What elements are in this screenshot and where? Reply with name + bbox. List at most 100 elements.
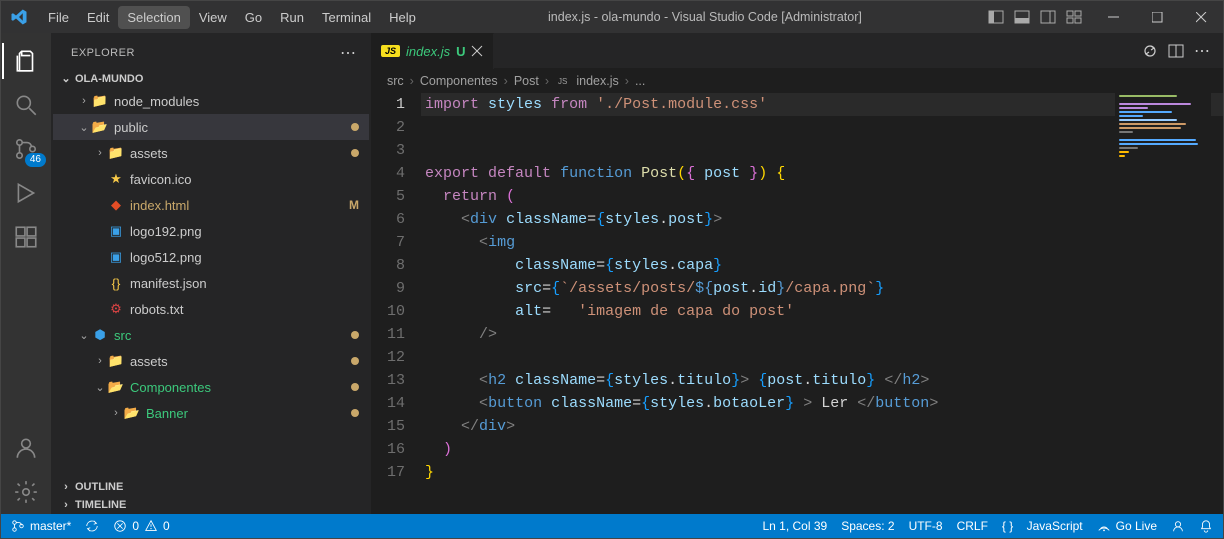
image-icon: ▣ bbox=[107, 249, 125, 265]
activity-explorer[interactable] bbox=[2, 39, 50, 83]
tree-item-public[interactable]: ⌄📂public bbox=[53, 114, 369, 140]
tree-item-manifest-json[interactable]: {}manifest.json bbox=[53, 270, 369, 296]
scm-badge: 46 bbox=[25, 153, 46, 167]
status-sync[interactable] bbox=[85, 519, 99, 533]
tree-label: favicon.ico bbox=[130, 172, 359, 187]
layout-controls bbox=[985, 6, 1091, 28]
status-spaces[interactable]: Spaces: 2 bbox=[841, 519, 894, 533]
file-tree: ›📁node_modules⌄📂public›📁assets★favicon.i… bbox=[51, 88, 371, 426]
tree-item-componentes[interactable]: ⌄📂Componentes bbox=[53, 374, 369, 400]
bc-componentes[interactable]: Componentes bbox=[420, 74, 498, 88]
explorer-header: EXPLORER ⋯ bbox=[51, 33, 371, 69]
tree-label: src bbox=[114, 328, 347, 343]
folder-green-icon: 📁 bbox=[91, 93, 109, 109]
tree-item-robots-txt[interactable]: ⚙ robots.txt bbox=[53, 296, 369, 322]
menu-selection[interactable]: Selection bbox=[118, 6, 189, 29]
tree-label: Banner bbox=[146, 406, 347, 421]
chevron-down-icon: ⌄ bbox=[77, 121, 91, 134]
breadcrumbs[interactable]: src› Componentes› Post› JS index.js› ... bbox=[371, 69, 1223, 93]
maximize-button[interactable] bbox=[1135, 1, 1179, 33]
git-modified-dot bbox=[351, 331, 359, 339]
status-encoding[interactable]: UTF-8 bbox=[909, 519, 943, 533]
toggle-panel-icon[interactable] bbox=[1011, 6, 1033, 28]
menu-view[interactable]: View bbox=[190, 6, 236, 29]
diff-icon[interactable] bbox=[1142, 43, 1158, 59]
chevron-down-icon: ⌄ bbox=[59, 72, 73, 85]
bc-post[interactable]: Post bbox=[514, 74, 539, 88]
activity-bar: 46 bbox=[1, 33, 51, 514]
outline-section[interactable]: › OUTLINE bbox=[51, 478, 371, 496]
activity-settings[interactable] bbox=[2, 470, 50, 514]
window-controls bbox=[1091, 1, 1223, 33]
toggle-primary-sidebar-icon[interactable] bbox=[985, 6, 1007, 28]
activity-extensions[interactable] bbox=[2, 215, 50, 259]
explorer-sidebar: EXPLORER ⋯ ⌄ OLA-MUNDO ›📁node_modules⌄📂p… bbox=[51, 33, 371, 514]
project-name: OLA-MUNDO bbox=[75, 73, 143, 85]
tree-item-banner[interactable]: ›📂Banner bbox=[53, 400, 369, 426]
menu-run[interactable]: Run bbox=[271, 6, 313, 29]
close-button[interactable] bbox=[1179, 1, 1223, 33]
status-bell[interactable] bbox=[1199, 519, 1213, 533]
image-icon: ▣ bbox=[107, 223, 125, 239]
bc-more[interactable]: ... bbox=[635, 74, 645, 88]
vscode-logo bbox=[9, 7, 29, 27]
status-cursor[interactable]: Ln 1, Col 39 bbox=[762, 519, 827, 533]
menu-file[interactable]: File bbox=[39, 6, 78, 29]
tree-item-assets[interactable]: ›📁assets bbox=[53, 140, 369, 166]
code-content[interactable]: import styles from './Post.module.css' e… bbox=[421, 93, 1223, 514]
tree-label: assets bbox=[130, 354, 347, 369]
status-branch[interactable]: master* bbox=[11, 519, 71, 533]
explorer-more-icon[interactable]: ⋯ bbox=[340, 43, 357, 63]
timeline-section[interactable]: › TIMELINE bbox=[51, 496, 371, 514]
folder-grey-icon: 📂 bbox=[107, 379, 125, 395]
menu-go[interactable]: Go bbox=[236, 6, 271, 29]
git-modified-dot bbox=[351, 123, 359, 131]
tab-indexjs[interactable]: JS index.js U bbox=[371, 33, 494, 69]
robot-icon: ⚙ bbox=[107, 301, 125, 317]
bc-src[interactable]: src bbox=[387, 74, 404, 88]
tree-item-assets[interactable]: ›📁assets bbox=[53, 348, 369, 374]
tree-item-logo192-png[interactable]: ▣logo192.png bbox=[53, 218, 369, 244]
git-modified-dot bbox=[351, 409, 359, 417]
tree-item-src[interactable]: ⌄⬢src bbox=[53, 322, 369, 348]
tree-item-favicon-ico[interactable]: ★favicon.ico bbox=[53, 166, 369, 192]
split-editor-icon[interactable] bbox=[1168, 43, 1184, 59]
status-feedback[interactable] bbox=[1171, 519, 1185, 533]
tree-item-logo512-png[interactable]: ▣logo512.png bbox=[53, 244, 369, 270]
tree-label: robots.txt bbox=[130, 302, 359, 317]
menu-edit[interactable]: Edit bbox=[78, 6, 118, 29]
status-eol[interactable]: CRLF bbox=[957, 519, 988, 533]
window-title: index.js - ola-mundo - Visual Studio Cod… bbox=[425, 10, 985, 24]
menu-help[interactable]: Help bbox=[380, 6, 425, 29]
project-section[interactable]: ⌄ OLA-MUNDO bbox=[51, 69, 371, 88]
tab-actions: ⋯ bbox=[1142, 41, 1223, 61]
html-icon: ◆ bbox=[107, 197, 125, 213]
tab-close-icon[interactable] bbox=[471, 45, 483, 57]
status-golive[interactable]: Go Live bbox=[1097, 519, 1157, 533]
line-gutter: 1234567891011121314151617 bbox=[371, 93, 421, 514]
bc-file[interactable]: index.js bbox=[576, 74, 618, 88]
json-icon: {} bbox=[107, 276, 125, 291]
minimize-button[interactable] bbox=[1091, 1, 1135, 33]
activity-scm[interactable]: 46 bbox=[2, 127, 50, 171]
chevron-down-icon: ⌄ bbox=[93, 381, 107, 394]
menu-terminal[interactable]: Terminal bbox=[313, 6, 380, 29]
editor-more-icon[interactable]: ⋯ bbox=[1194, 41, 1211, 61]
activity-search[interactable] bbox=[2, 83, 50, 127]
explorer-title: EXPLORER bbox=[71, 47, 135, 59]
js-file-icon: JS bbox=[381, 45, 400, 57]
customize-layout-icon[interactable] bbox=[1063, 6, 1085, 28]
minimap[interactable] bbox=[1115, 93, 1211, 183]
activity-run[interactable] bbox=[2, 171, 50, 215]
status-lang[interactable]: { } JavaScript bbox=[1002, 519, 1083, 533]
tree-item-node_modules[interactable]: ›📁node_modules bbox=[53, 88, 369, 114]
activity-account[interactable] bbox=[2, 426, 50, 470]
outline-label: OUTLINE bbox=[75, 481, 123, 493]
code-area[interactable]: 1234567891011121314151617 import styles … bbox=[371, 93, 1223, 514]
chevron-down-icon: ⌄ bbox=[77, 329, 91, 342]
toggle-secondary-sidebar-icon[interactable] bbox=[1037, 6, 1059, 28]
status-problems[interactable]: 0 0 bbox=[113, 519, 169, 533]
tab-label: index.js bbox=[406, 44, 450, 59]
tree-item-index-html[interactable]: ◆index.htmlM bbox=[53, 192, 369, 218]
tree-label: assets bbox=[130, 146, 347, 161]
